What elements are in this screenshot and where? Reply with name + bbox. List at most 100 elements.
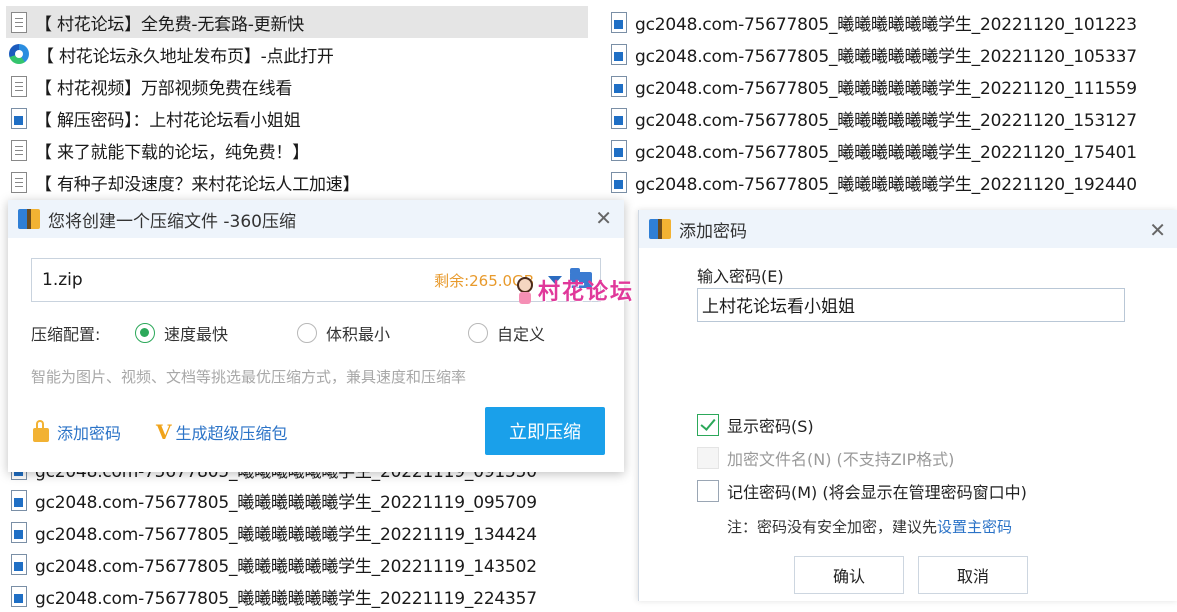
password-dialog-titlebar[interactable]: 添加密码 xyxy=(639,210,1177,248)
close-icon[interactable]: ✕ xyxy=(1149,218,1166,242)
file-name: gc2048.com-75677805_曦曦曦曦曦曦学生_20221120_11… xyxy=(635,78,1137,99)
encrypt-filenames-label: 加密文件名(N) (不支持ZIP格式) xyxy=(727,450,955,469)
file-row[interactable]: 【 有种子却没速度？来村花论坛人工加速】 xyxy=(6,166,588,198)
compress-dialog: 您将创建一个压缩文件 -360压缩 ✕ 1.zip 剩余:265.0GB 压缩配… xyxy=(8,200,624,472)
radio-unchecked-icon[interactable] xyxy=(297,323,317,343)
file-row[interactable]: 【 村花论坛】全免费-无套路-更新快 xyxy=(6,6,588,38)
text-file-icon xyxy=(11,11,27,33)
file-row[interactable]: gc2048.com-75677805_曦曦曦曦曦曦学生_20221119_09… xyxy=(6,484,588,516)
password-note-text: 注：密码没有安全加密，建议先 xyxy=(727,518,938,536)
image-file-icon xyxy=(11,107,27,129)
radio-custom[interactable]: 自定义 xyxy=(468,321,545,345)
file-list-left-bottom: gc2048.com-75677805_曦曦曦曦曦曦学生_20221119_09… xyxy=(6,454,588,612)
file-name: 【 村花论坛永久地址发布页】-点此打开 xyxy=(37,46,334,67)
file-name: gc2048.com-75677805_曦曦曦曦曦曦学生_20221119_22… xyxy=(35,588,537,609)
text-file-icon xyxy=(11,139,27,161)
add-password-label: 添加密码 xyxy=(57,424,122,443)
video-file-icon xyxy=(11,489,27,511)
password-input[interactable]: 上村花论坛看小姐姐 xyxy=(697,288,1125,322)
radio-fastest[interactable]: 速度最快 xyxy=(135,321,228,345)
vip-v-icon: V xyxy=(156,420,172,444)
file-row[interactable]: gc2048.com-75677805_曦曦曦曦曦曦学生_20221120_10… xyxy=(606,6,1177,38)
video-file-icon xyxy=(611,107,627,129)
file-name: gc2048.com-75677805_曦曦曦曦曦曦学生_20221119_13… xyxy=(35,524,537,545)
show-password-checkbox-row[interactable]: 显示密码(S) xyxy=(697,413,814,437)
remember-password-checkbox-row[interactable]: 记住密码(M) (将会显示在管理密码窗口中) xyxy=(697,479,1027,503)
add-password-dialog: 添加密码 ✕ 输入密码(E) 上村花论坛看小姐姐 显示密码(S) 加密文件名(N… xyxy=(638,210,1177,601)
password-note: 注：密码没有安全加密，建议先设置主密码 xyxy=(727,516,1012,537)
set-master-password-link[interactable]: 设置主密码 xyxy=(937,518,1012,536)
file-name: 【 有种子却没速度？来村花论坛人工加速】 xyxy=(35,174,360,195)
cancel-button[interactable]: 取消 xyxy=(918,556,1028,594)
file-name: gc2048.com-75677805_曦曦曦曦曦曦学生_20221120_10… xyxy=(635,46,1137,67)
text-file-icon xyxy=(11,75,27,97)
compress-config-row: 压缩配置: 速度最快 体积最小 自定义 xyxy=(31,320,621,346)
file-name: 【 村花视频】万部视频免费在线看 xyxy=(35,78,293,99)
compress-config-label: 压缩配置: xyxy=(31,325,101,344)
video-file-icon xyxy=(611,11,627,33)
file-row[interactable]: gc2048.com-75677805_曦曦曦曦曦曦学生_20221120_19… xyxy=(606,166,1177,198)
file-name: gc2048.com-75677805_曦曦曦曦曦曦学生_20221119_14… xyxy=(35,556,537,577)
file-name: 【 来了就能下载的论坛，纯免费！】 xyxy=(35,142,310,163)
video-file-icon xyxy=(11,585,27,607)
text-file-icon xyxy=(11,171,27,193)
video-file-icon xyxy=(611,75,627,97)
archive-path-value[interactable]: 1.zip xyxy=(42,270,434,290)
file-name: 【 解压密码】：上村花论坛看小姐姐 xyxy=(35,110,301,131)
ok-button[interactable]: 确认 xyxy=(794,556,904,594)
file-row[interactable]: gc2048.com-75677805_曦曦曦曦曦曦学生_20221119_22… xyxy=(6,580,588,612)
radio-smallest[interactable]: 体积最小 xyxy=(297,321,390,345)
file-name: 【 村花论坛】全免费-无套路-更新快 xyxy=(35,14,305,35)
compress-hint: 智能为图片、视频、文档等挑选最优压缩方式，兼具速度和压缩率 xyxy=(31,368,467,386)
file-name: gc2048.com-75677805_曦曦曦曦曦曦学生_20221120_17… xyxy=(635,142,1137,163)
cartoon-girl-icon xyxy=(512,275,538,305)
file-list-right: gc2048.com-75677805_曦曦曦曦曦曦学生_20221120_10… xyxy=(606,6,1177,198)
radio-unchecked-icon[interactable] xyxy=(468,323,488,343)
file-row[interactable]: gc2048.com-75677805_曦曦曦曦曦曦学生_20221120_10… xyxy=(606,38,1177,70)
password-dialog-title: 添加密码 xyxy=(679,221,747,242)
file-row[interactable]: 【 村花论坛永久地址发布页】-点此打开 xyxy=(6,38,588,70)
archive-app-icon xyxy=(649,219,671,239)
lock-icon xyxy=(33,420,49,442)
super-pack-label: 生成超级压缩包 xyxy=(175,424,288,443)
archive-app-icon xyxy=(18,209,40,229)
file-list-left: 【 村花论坛】全免费-无套路-更新快 【 村花论坛永久地址发布页】-点此打开 【… xyxy=(6,6,588,198)
file-row[interactable]: gc2048.com-75677805_曦曦曦曦曦曦学生_20221119_14… xyxy=(6,548,588,580)
checkbox-unchecked-icon[interactable] xyxy=(697,480,719,502)
password-input-label: 输入密码(E) xyxy=(697,267,784,286)
remember-password-label: 记住密码(M) (将会显示在管理密码窗口中) xyxy=(727,483,1027,502)
file-name: gc2048.com-75677805_曦曦曦曦曦曦学生_20221120_19… xyxy=(635,174,1137,195)
super-pack-link[interactable]: V 生成超级压缩包 xyxy=(156,420,288,444)
watermark-text: 村花论坛 xyxy=(538,280,635,305)
radio-label: 速度最快 xyxy=(164,325,229,344)
radio-label: 自定义 xyxy=(497,325,546,344)
video-file-icon xyxy=(11,521,27,543)
video-file-icon xyxy=(611,43,627,65)
close-icon[interactable]: ✕ xyxy=(595,206,612,230)
file-row[interactable]: 【 来了就能下载的论坛，纯免费！】 xyxy=(6,134,588,166)
file-name: gc2048.com-75677805_曦曦曦曦曦曦学生_20221120_15… xyxy=(635,110,1137,131)
compress-now-button[interactable]: 立即压缩 xyxy=(485,407,605,455)
file-row[interactable]: gc2048.com-75677805_曦曦曦曦曦曦学生_20221120_17… xyxy=(606,134,1177,166)
compress-dialog-titlebar[interactable]: 您将创建一个压缩文件 -360压缩 xyxy=(8,200,624,238)
watermark: 村花论坛 xyxy=(512,274,634,306)
video-file-icon xyxy=(611,139,627,161)
encrypt-filenames-checkbox-row: 加密文件名(N) (不支持ZIP格式) xyxy=(697,446,954,470)
add-password-link[interactable]: 添加密码 xyxy=(33,420,121,444)
file-row[interactable]: gc2048.com-75677805_曦曦曦曦曦曦学生_20221119_13… xyxy=(6,516,588,548)
file-name: gc2048.com-75677805_曦曦曦曦曦曦学生_20221119_09… xyxy=(35,492,537,513)
file-row[interactable]: gc2048.com-75677805_曦曦曦曦曦曦学生_20221120_11… xyxy=(606,70,1177,102)
show-password-label: 显示密码(S) xyxy=(727,417,814,436)
video-file-icon xyxy=(11,553,27,575)
browser-shortcut-icon xyxy=(9,44,29,64)
checkbox-disabled-icon xyxy=(697,447,719,469)
checkbox-checked-icon[interactable] xyxy=(697,414,719,436)
file-row[interactable]: 【 解压密码】：上村花论坛看小姐姐 xyxy=(6,102,588,134)
radio-checked-icon[interactable] xyxy=(135,323,155,343)
compress-dialog-title: 您将创建一个压缩文件 -360压缩 xyxy=(48,211,296,232)
video-file-icon xyxy=(611,171,627,193)
radio-label: 体积最小 xyxy=(326,325,391,344)
file-row[interactable]: 【 村花视频】万部视频免费在线看 xyxy=(6,70,588,102)
file-name: gc2048.com-75677805_曦曦曦曦曦曦学生_20221120_10… xyxy=(635,14,1137,35)
file-row[interactable]: gc2048.com-75677805_曦曦曦曦曦曦学生_20221120_15… xyxy=(606,102,1177,134)
